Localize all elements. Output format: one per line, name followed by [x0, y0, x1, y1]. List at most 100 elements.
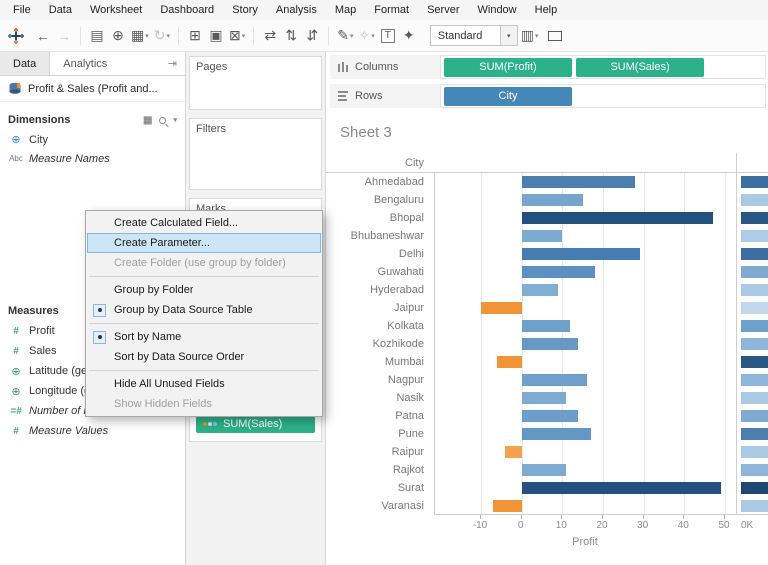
bar-patna[interactable]	[522, 410, 579, 422]
bar-ahmedabad[interactable]	[522, 176, 636, 188]
menu-dashboard[interactable]: Dashboard	[151, 1, 223, 19]
row-label-kolkata[interactable]: Kolkata	[326, 317, 434, 335]
pill-sum-profit[interactable]: SUM(Profit)	[444, 58, 572, 77]
field-city[interactable]: ⊕City	[0, 130, 185, 149]
row-label-hyderabad[interactable]: Hyderabad	[326, 281, 434, 299]
show-mark-labels-icon[interactable]: T	[378, 25, 398, 47]
bar-bhubaneshwar[interactable]	[522, 230, 563, 242]
bar-delhi[interactable]	[522, 248, 640, 260]
sales-bar-hyderabad[interactable]	[741, 284, 768, 296]
menu-item-group-by-data-source-table[interactable]: Group by Data Source Table	[87, 300, 321, 320]
bar-kolkata[interactable]	[522, 320, 571, 332]
bar-jaipur[interactable]	[481, 302, 522, 314]
row-label-guwahati[interactable]: Guwahati	[326, 263, 434, 281]
menu-format[interactable]: Format	[365, 1, 418, 19]
row-label-raipur[interactable]: Raipur	[326, 443, 434, 461]
bar-kozhikode[interactable]	[522, 338, 579, 350]
sales-bar-rajkot[interactable]	[741, 464, 768, 476]
bar-varanasi[interactable]	[493, 500, 522, 512]
menu-server[interactable]: Server	[418, 1, 468, 19]
pages-shelf[interactable]: Pages	[189, 56, 322, 110]
bar-mumbai[interactable]	[497, 356, 521, 368]
sort-ascending-icon[interactable]: ⇅	[281, 25, 301, 47]
datasource-item[interactable]: Profit & Sales (Profit and...	[0, 76, 185, 102]
row-label-bhopal[interactable]: Bhopal	[326, 209, 434, 227]
menu-item-create-parameter[interactable]: Create Parameter...	[87, 233, 321, 253]
row-label-jaipur[interactable]: Jaipur	[326, 299, 434, 317]
save-icon[interactable]: ▤	[87, 25, 107, 47]
fix-axes-icon[interactable]: ✦	[399, 25, 419, 47]
bar-bengaluru[interactable]	[522, 194, 583, 206]
new-datasource-icon[interactable]: ⊕	[108, 25, 128, 47]
bar-nasik[interactable]	[522, 392, 567, 404]
menu-window[interactable]: Window	[469, 1, 526, 19]
menu-analysis[interactable]: Analysis	[267, 1, 326, 19]
sales-bar-raipur[interactable]	[741, 446, 768, 458]
row-label-kozhikode[interactable]: Kozhikode	[326, 335, 434, 353]
row-field-header[interactable]: City	[326, 153, 434, 173]
sales-bar-bhubaneshwar[interactable]	[741, 230, 768, 242]
menu-help[interactable]: Help	[526, 1, 567, 19]
duplicate-sheet-icon[interactable]: ▣	[206, 25, 226, 47]
sales-bar-varanasi[interactable]	[741, 500, 768, 512]
sales-bar-kozhikode[interactable]	[741, 338, 768, 350]
menu-worksheet[interactable]: Worksheet	[81, 1, 151, 19]
tab-data[interactable]: Data	[0, 52, 50, 75]
chevron-down-icon[interactable]: ▾	[173, 116, 177, 124]
fit-mode-select[interactable]: Standard ▾	[430, 25, 518, 46]
sales-bar-surat[interactable]	[741, 482, 768, 494]
new-dashboard-icon[interactable]: ⊞	[185, 25, 205, 47]
bar-pune[interactable]	[522, 428, 591, 440]
menu-story[interactable]: Story	[223, 1, 267, 19]
row-label-bhubaneshwar[interactable]: Bhubaneshwar	[326, 227, 434, 245]
pill-city[interactable]: City	[444, 87, 572, 106]
sales-bar-pune[interactable]	[741, 428, 768, 440]
bar-bhopal[interactable]	[522, 212, 713, 224]
row-label-patna[interactable]: Patna	[326, 407, 434, 425]
row-label-nasik[interactable]: Nasik	[326, 389, 434, 407]
bar-nagpur[interactable]	[522, 374, 587, 386]
new-worksheet-icon[interactable]: ▦▾	[129, 25, 151, 47]
tab-analytics[interactable]: Analytics	[50, 52, 120, 75]
sales-bar-mumbai[interactable]	[741, 356, 768, 368]
row-label-mumbai[interactable]: Mumbai	[326, 353, 434, 371]
sales-bar-jaipur[interactable]	[741, 302, 768, 314]
swap-axes-icon[interactable]: ⇄	[260, 25, 280, 47]
row-label-delhi[interactable]: Delhi	[326, 245, 434, 263]
menu-data[interactable]: Data	[40, 1, 81, 19]
sort-descending-icon[interactable]: ⇵	[302, 25, 322, 47]
menu-map[interactable]: Map	[326, 1, 365, 19]
view-as-list-icon[interactable]: ▦	[143, 115, 152, 126]
field-measure-values[interactable]: #Measure Values	[0, 421, 185, 441]
row-label-surat[interactable]: Surat	[326, 479, 434, 497]
sales-bar-nagpur[interactable]	[741, 374, 768, 386]
menu-item-create-calculated-field[interactable]: Create Calculated Field...	[87, 213, 321, 233]
presentation-mode-icon[interactable]	[548, 31, 562, 41]
pill-sum-sales[interactable]: SUM(Sales)	[576, 58, 704, 77]
field-measure-names[interactable]: AbcMeasure Names	[0, 149, 185, 168]
sales-bar-kolkata[interactable]	[741, 320, 768, 332]
sales-bar-delhi[interactable]	[741, 248, 768, 260]
row-label-pune[interactable]: Pune	[326, 425, 434, 443]
bar-guwahati[interactable]	[522, 266, 595, 278]
undo-icon[interactable]: ←	[33, 25, 53, 47]
columns-pill-area[interactable]: SUM(Profit)SUM(Sales)	[440, 55, 766, 79]
row-label-nagpur[interactable]: Nagpur	[326, 371, 434, 389]
show-me-icon[interactable]: ▥▾	[519, 25, 541, 47]
bar-rajkot[interactable]	[522, 464, 567, 476]
rows-pill-area[interactable]: City	[440, 84, 766, 108]
sales-bar-bengaluru[interactable]	[741, 194, 768, 206]
clear-sheet-icon[interactable]: ⊠▾	[227, 25, 247, 47]
sales-bar-guwahati[interactable]	[741, 266, 768, 278]
menu-file[interactable]: File	[4, 1, 40, 19]
filters-shelf[interactable]: Filters	[189, 118, 322, 190]
menu-item-sort-by-name[interactable]: Sort by Name	[87, 327, 321, 347]
sales-bar-ahmedabad[interactable]	[741, 176, 768, 188]
bar-raipur[interactable]	[505, 446, 521, 458]
row-label-bengaluru[interactable]: Bengaluru	[326, 191, 434, 209]
menu-item-hide-all-unused-fields[interactable]: Hide All Unused Fields	[87, 374, 321, 394]
bar-surat[interactable]	[522, 482, 721, 494]
sales-bar-nasik[interactable]	[741, 392, 768, 404]
row-label-ahmedabad[interactable]: Ahmedabad	[326, 173, 434, 191]
sales-bar-patna[interactable]	[741, 410, 768, 422]
